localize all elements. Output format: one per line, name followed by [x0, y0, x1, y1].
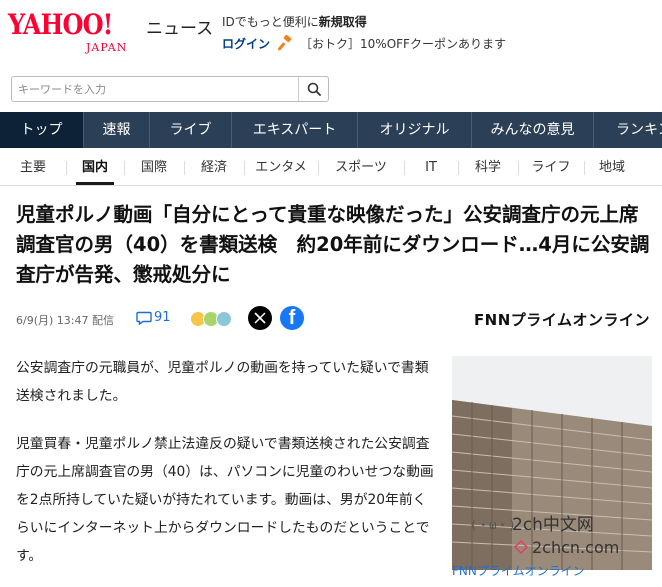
site-header: YAHOO! JAPAN ニュース IDでもっと便利に新規取得 ログイン ［おト… — [0, 0, 662, 64]
login-row: ログイン ［おトク］10%OFFクーポンあります — [222, 34, 506, 52]
diamond-icon — [514, 540, 528, 554]
id-promo: IDでもっと便利に新規取得 — [222, 13, 367, 30]
service-name[interactable]: ニュース — [146, 14, 213, 39]
reaction-icons[interactable] — [190, 311, 232, 327]
login-link[interactable]: ログイン — [222, 35, 270, 52]
main-nav: トップ 速報 ライブ エキスパート オリジナル みんなの意見 ランキング — [0, 112, 662, 148]
main-nav-live[interactable]: ライブ — [150, 112, 232, 148]
article-paragraph: 公安調査庁の元職員が、児童ポルノの動画を持っていた疑いで書類送検されました。 — [16, 360, 429, 404]
main-nav-original[interactable]: オリジナル — [358, 112, 472, 148]
photo-caption[interactable]: FNNプライムオンライン — [452, 562, 585, 579]
category-international[interactable]: 国際 — [124, 150, 184, 185]
id-promo-text: IDでもっと便利に — [222, 15, 319, 29]
auction-hammer-icon — [278, 35, 292, 51]
facebook-logo-icon: f — [288, 307, 296, 329]
coupon-link[interactable]: ［おトク］10%OFFクーポンあります — [300, 35, 506, 52]
category-economy[interactable]: 経済 — [184, 150, 244, 185]
main-nav-expert[interactable]: エキスパート — [232, 112, 358, 148]
category-sports[interactable]: スポーツ — [318, 150, 404, 185]
category-nav: 主要 国内 国際 経済 エンタメ スポーツ IT 科学 ライフ 地域 — [0, 150, 662, 186]
yahoo-japan-logo[interactable]: YAHOO! JAPAN — [8, 8, 144, 56]
category-main[interactable]: 主要 — [0, 150, 66, 185]
logo-wordmark: YAHOO! — [8, 8, 113, 41]
article-paragraph: 児童買春・児童ポルノ禁止法違反の疑いで書類送検された公安調査庁の元上席調査官の男… — [16, 436, 434, 564]
search-input[interactable] — [12, 77, 300, 101]
comment-count: 91 — [154, 310, 171, 325]
site-watermark: (・ω・) 2ch中文网 2chcn.com — [470, 508, 660, 568]
sad-reaction-icon — [216, 311, 232, 327]
watermark-face: (・ω・) — [470, 518, 516, 532]
share-x-button[interactable] — [248, 306, 272, 330]
search-box — [11, 76, 329, 102]
category-science[interactable]: 科学 — [458, 150, 518, 185]
search-icon — [307, 82, 321, 96]
category-entertainment[interactable]: エンタメ — [244, 150, 318, 185]
main-nav-ranking[interactable]: ランキング — [594, 112, 662, 148]
watermark-url: 2chcn.com — [532, 538, 620, 557]
search-button[interactable] — [298, 77, 328, 101]
share-facebook-button[interactable]: f — [280, 306, 304, 330]
main-nav-breaking[interactable]: 速報 — [84, 112, 150, 148]
article-title: 児童ポルノ動画「自分にとって貴重な映像だった」公安調査庁の元上席調査官の男（40… — [16, 203, 650, 286]
logo-subtext: JAPAN — [86, 41, 128, 54]
article-body: 公安調査庁の元職員が、児童ポルノの動画を持っていた疑いで書類送検されました。 児… — [16, 354, 436, 587]
x-logo-icon — [254, 312, 266, 324]
category-domestic[interactable]: 国内 — [66, 150, 124, 185]
comment-count-button[interactable]: 91 — [136, 310, 171, 325]
main-nav-top[interactable]: トップ — [0, 112, 84, 148]
watermark-title: 2ch中文网 — [512, 515, 594, 535]
comment-icon — [136, 311, 152, 325]
article-meta: 6/9(月) 13:47 配信 91 f FNNプライムオンライン — [16, 306, 656, 332]
category-life[interactable]: ライフ — [518, 150, 584, 185]
source-logo[interactable]: FNNプライムオンライン — [474, 309, 650, 330]
main-nav-opinions[interactable]: みんなの意見 — [472, 112, 594, 148]
register-link[interactable]: 新規取得 — [319, 15, 367, 29]
category-local[interactable]: 地域 — [584, 150, 640, 185]
category-it[interactable]: IT — [404, 150, 458, 185]
publish-date: 6/9(月) 13:47 配信 — [16, 314, 114, 327]
